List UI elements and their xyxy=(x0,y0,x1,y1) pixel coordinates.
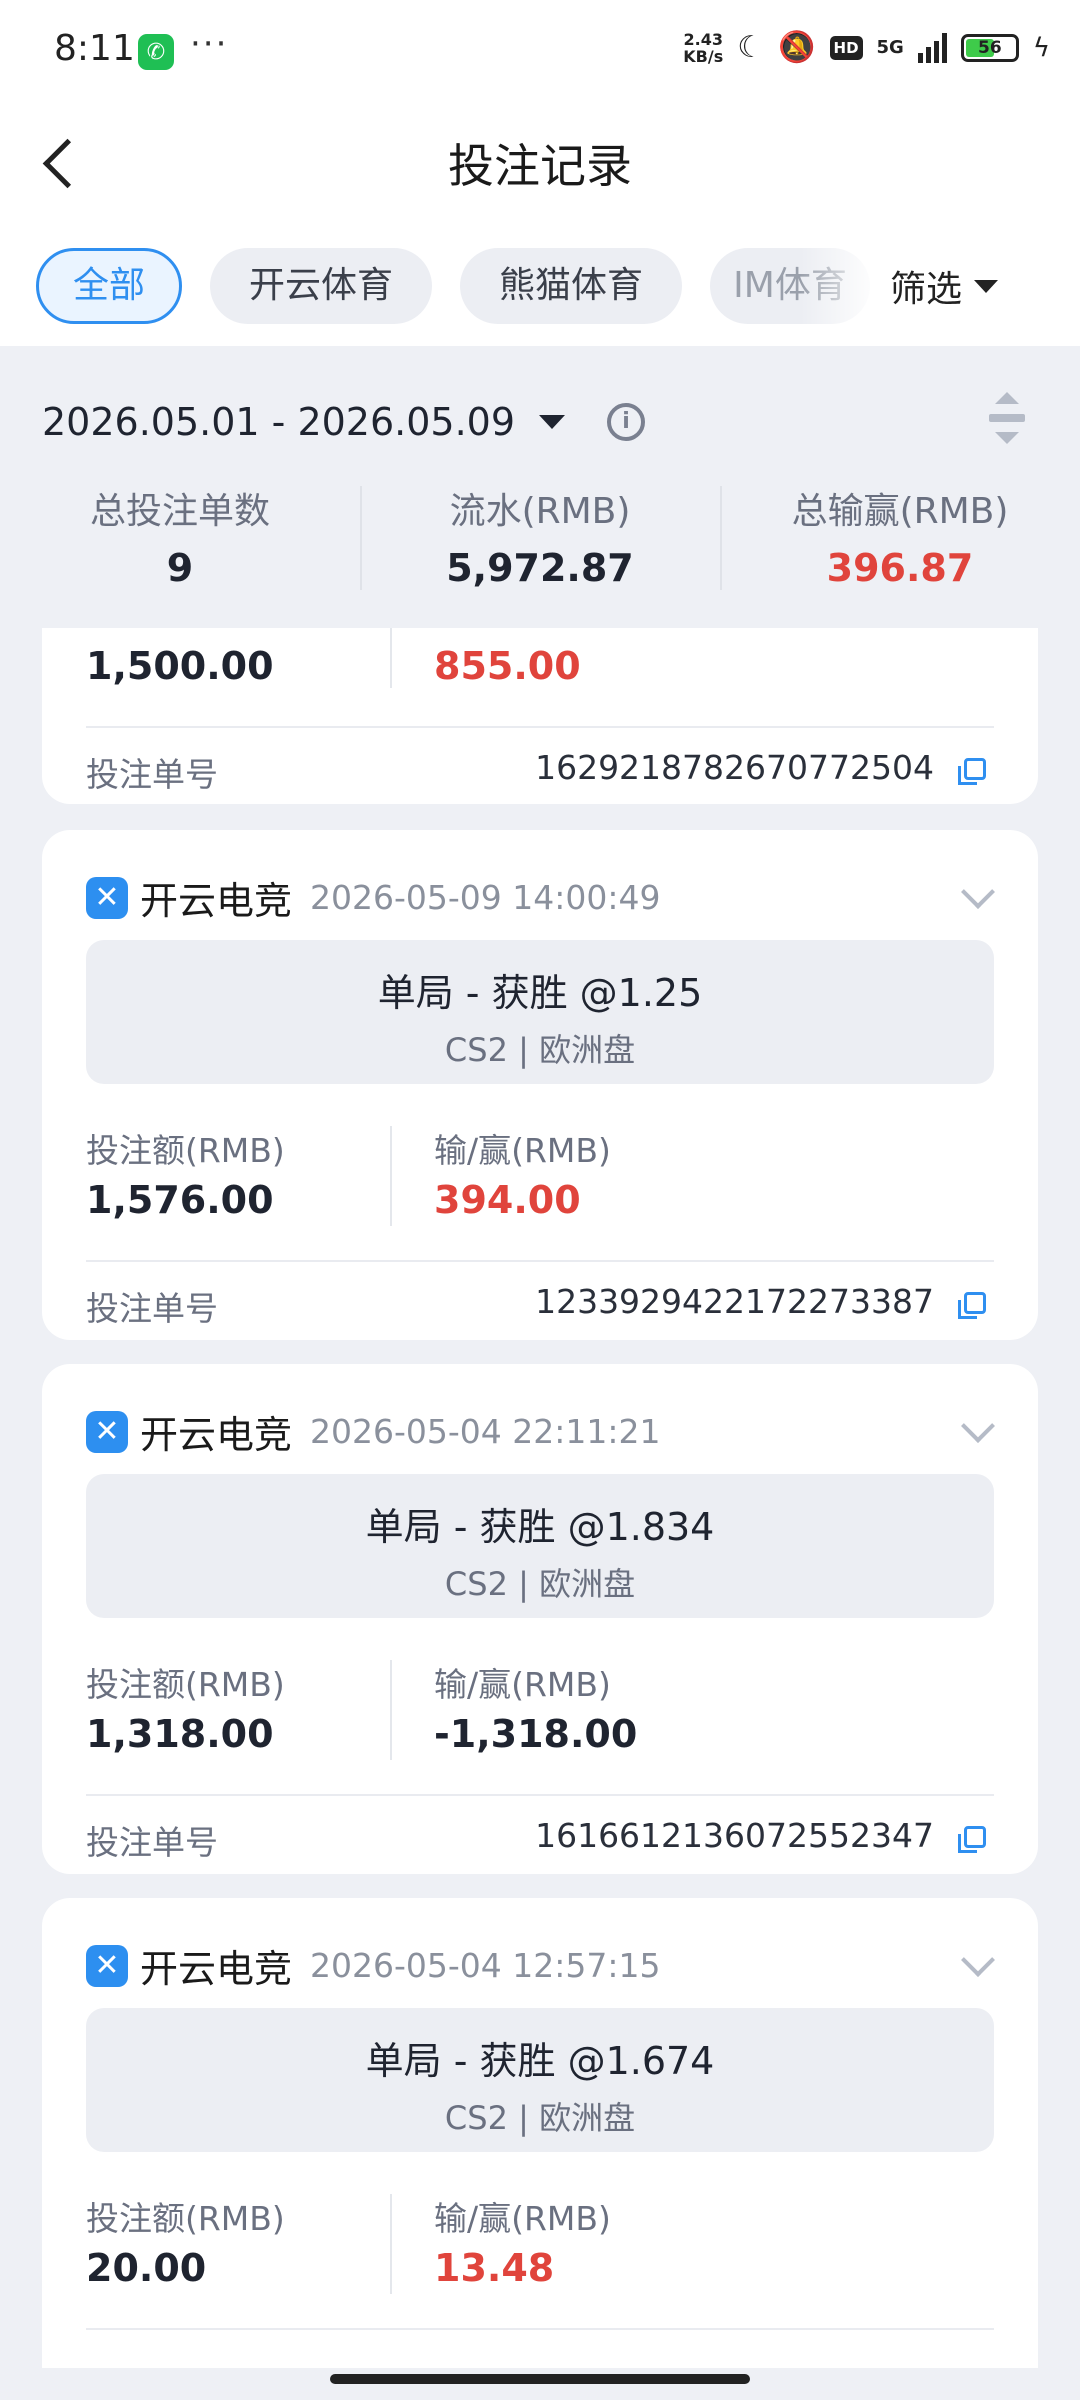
bet-card[interactable]: ✕ 开云电竞 2026-05-09 14:00:49 单局 - 获胜 @1.25… xyxy=(42,830,1038,1340)
summary-stats: 总投注单数 9 流水(RMB) 5,972.87 总输赢(RMB) 396.87 xyxy=(0,482,1080,592)
tab-kaiyun-sports[interactable]: 开云体育 xyxy=(210,248,432,324)
market-box: 单局 - 获胜 @1.25 CS2 | 欧洲盘 xyxy=(86,940,994,1084)
win-loss-label: 输/赢(RMB) xyxy=(434,1665,611,1704)
sort-icon[interactable] xyxy=(986,392,1028,444)
info-icon[interactable]: i xyxy=(607,403,646,441)
stake-value: 1,576.00 xyxy=(86,1178,274,1222)
stat-total-bets: 总投注单数 9 xyxy=(89,491,270,590)
stake-value: 1,500.00 xyxy=(86,644,274,688)
signal-icon xyxy=(917,32,947,63)
order-label: 投注单号 xyxy=(86,1823,218,1862)
dropdown-triangle-icon xyxy=(974,279,999,293)
bet-time: 2026-05-09 14:00:49 xyxy=(310,878,661,917)
win-loss-value: 394.00 xyxy=(434,1178,581,1222)
vibrate-off-icon: 🔕 xyxy=(778,30,816,65)
stake-label: 投注额(RMB) xyxy=(86,1665,285,1704)
chevron-down-icon[interactable] xyxy=(961,875,995,909)
stake-value: 20.00 xyxy=(86,2246,207,2290)
bet-time: 2026-05-04 22:11:21 xyxy=(310,1412,661,1451)
status-bar: 8:11 ✆ ··· 2.43 KB/s ☾ 🔕 HD 5G 56 ϟ xyxy=(0,0,1080,104)
order-label: 投注单号 xyxy=(86,755,218,794)
market-box: 单局 - 获胜 @1.834 CS2 | 欧洲盘 xyxy=(86,1474,994,1618)
market-selection: 单局 - 获胜 @1.834 xyxy=(365,1505,715,1549)
network-type: 5G xyxy=(876,37,904,58)
nav-bar: 投注记录 xyxy=(0,104,1080,224)
charging-icon: ϟ xyxy=(1032,32,1050,63)
esports-logo-icon: ✕ xyxy=(86,1410,128,1453)
order-number: 1616612136072552347 xyxy=(535,1816,934,1855)
date-range-picker[interactable]: 2026.05.01 - 2026.05.09 i xyxy=(42,400,646,444)
bet-card-partial[interactable]: 1,500.00 855.00 投注单号 1629218782670772504 xyxy=(42,628,1038,804)
bet-time: 2026-05-04 12:57:15 xyxy=(310,1946,661,1985)
copy-icon[interactable] xyxy=(958,1826,986,1853)
platform-tabs: 全部 开云体育 熊猫体育 IM体育 筛选 xyxy=(0,224,1080,346)
market-selection: 单局 - 获胜 @1.25 xyxy=(377,971,703,1015)
copy-icon[interactable] xyxy=(958,758,986,785)
tab-all[interactable]: 全部 xyxy=(36,248,182,324)
win-loss-value: 13.48 xyxy=(434,2246,555,2290)
brand-name: 开云电竞 xyxy=(140,1947,293,1991)
market-selection: 单局 - 获胜 @1.674 xyxy=(365,2039,715,2083)
dropdown-triangle-icon xyxy=(539,415,566,429)
order-label: 投注单号 xyxy=(86,1289,218,1328)
win-loss-value: -1,318.00 xyxy=(434,1712,638,1756)
home-indicator[interactable] xyxy=(330,2374,750,2384)
win-loss-value: 855.00 xyxy=(434,644,581,688)
market-box: 单局 - 获胜 @1.674 CS2 | 欧洲盘 xyxy=(86,2008,994,2152)
win-loss-label: 输/赢(RMB) xyxy=(434,2199,611,2238)
brand-name: 开云电竞 xyxy=(140,879,293,923)
chevron-down-icon[interactable] xyxy=(961,1943,995,1977)
brand-name: 开云电竞 xyxy=(140,1413,293,1457)
market-detail: CS2 | 欧洲盘 xyxy=(444,2099,636,2137)
battery-icon: 56 xyxy=(960,33,1019,62)
order-number: 1233929422172273387 xyxy=(535,1282,934,1321)
status-time: 8:11 xyxy=(54,28,135,69)
hd-icon: HD xyxy=(829,35,863,60)
copy-icon[interactable] xyxy=(958,1292,986,1319)
esports-logo-icon: ✕ xyxy=(86,876,128,919)
moon-icon: ☾ xyxy=(737,30,765,65)
phone-call-icon: ✆ xyxy=(138,34,174,70)
market-detail: CS2 | 欧洲盘 xyxy=(444,1565,636,1603)
more-notifications-icon: ··· xyxy=(190,24,229,64)
status-icons: 2.43 KB/s ☾ 🔕 HD 5G 56 ϟ xyxy=(683,30,1050,65)
bet-card[interactable]: ✕ 开云电竞 2026-05-04 12:57:15 单局 - 获胜 @1.67… xyxy=(42,1898,1038,2368)
filter-button[interactable]: 筛选 xyxy=(890,260,999,312)
network-speed: 2.43 KB/s xyxy=(683,29,724,66)
date-range: 2026.05.01 - 2026.05.09 xyxy=(42,400,516,444)
market-detail: CS2 | 欧洲盘 xyxy=(444,1031,636,1069)
chevron-down-icon[interactable] xyxy=(961,1409,995,1443)
esports-logo-icon: ✕ xyxy=(86,1944,128,1987)
stake-label: 投注额(RMB) xyxy=(86,1131,285,1170)
win-loss-label: 输/赢(RMB) xyxy=(434,1131,611,1170)
page-title: 投注记录 xyxy=(448,139,632,193)
tab-panda-sports[interactable]: 熊猫体育 xyxy=(460,248,682,324)
stake-label: 投注额(RMB) xyxy=(86,2199,285,2238)
bet-card[interactable]: ✕ 开云电竞 2026-05-04 22:11:21 单局 - 获胜 @1.83… xyxy=(42,1364,1038,1874)
stake-value: 1,318.00 xyxy=(86,1712,274,1756)
stat-turnover: 流水(RMB) 5,972.87 xyxy=(446,491,634,590)
order-number: 1629218782670772504 xyxy=(535,748,934,787)
stat-total-win-loss: 总输赢(RMB) 396.87 xyxy=(791,491,1009,590)
